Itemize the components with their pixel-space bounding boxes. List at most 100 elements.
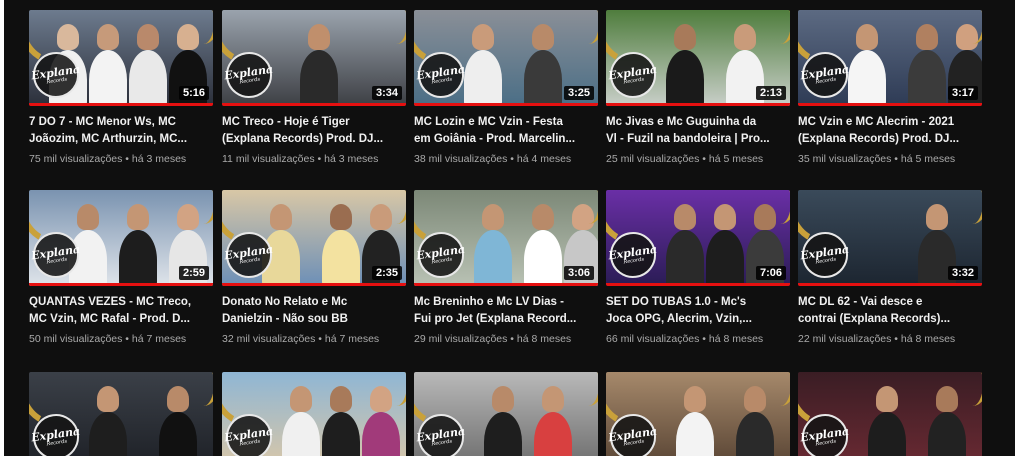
video-grid: Explana Records 5:16 7 DO 7 - MC Menor Ws, … [4, 0, 1015, 456]
watch-progress-bar [414, 283, 598, 286]
duration-badge: 7:06 [755, 266, 786, 280]
video-card[interactable]: Explana Records [606, 372, 790, 456]
upload-age: há 8 meses [900, 333, 956, 345]
duration-badge: 3:06 [563, 266, 594, 280]
video-card[interactable]: Explana Records [414, 372, 598, 456]
logo-subtext: Records [623, 438, 645, 447]
video-card[interactable]: Explana Records 3:32 MC DL 62 - Vai desce e… [798, 190, 982, 345]
upload-age: há 3 meses [131, 153, 187, 165]
video-thumbnail[interactable]: Explana Records [414, 372, 598, 456]
video-title[interactable]: MC Treco - Hoje é Tiger (Explana Records… [222, 114, 406, 148]
video-card[interactable]: Explana Records 2:35 Donato No Relato e Mc … [222, 190, 406, 345]
video-thumbnail[interactable]: Explana Records 3:17 [798, 10, 982, 106]
duration-badge: 3:34 [371, 86, 402, 100]
video-thumbnail[interactable]: Explana Records [29, 372, 213, 456]
upload-age: há 3 meses [324, 153, 379, 165]
video-title[interactable]: QUANTAS VEZES - MC Treco, MC Vzin, MC Ra… [29, 294, 213, 328]
watch-progress-bar [29, 103, 213, 106]
view-count: 35 mil visualizações [798, 153, 892, 165]
video-metadata: 66 mil visualizações • há 8 meses [606, 333, 790, 345]
video-title[interactable]: MC Vzin e MC Alecrim - 2021 (Explana Rec… [798, 114, 982, 148]
video-title[interactable]: Mc Jivas e Mc Guguinha da Vl - Fuzil na … [606, 114, 790, 148]
video-metadata: 38 mil visualizações • há 4 meses [414, 153, 598, 165]
video-title[interactable]: MC Lozin e MC Vzin - Festa em Goiânia - … [414, 114, 598, 148]
video-card[interactable]: Explana Records [29, 372, 213, 456]
duration-badge: 3:17 [947, 86, 978, 100]
upload-age: há 8 meses [516, 333, 572, 345]
logo-subtext: Records [623, 76, 645, 85]
logo-subtext: Records [815, 438, 837, 447]
view-count: 25 mil visualizações [606, 153, 700, 165]
video-card[interactable]: Explana Records 3:17 MC Vzin e MC Alecrim -… [798, 10, 982, 165]
video-card[interactable]: Explana Records 2:13 Mc Jivas e Mc Guguinha… [606, 10, 790, 165]
video-thumbnail[interactable]: Explana Records [798, 372, 982, 456]
video-metadata: 75 mil visualizações • há 3 meses [29, 153, 213, 165]
upload-age: há 7 meses [131, 333, 187, 345]
view-count: 75 mil visualizações [29, 153, 123, 165]
video-title[interactable]: Donato No Relato e Mc Danielzin - Não so… [222, 294, 406, 328]
video-thumbnail[interactable]: Explana Records 7:06 [606, 190, 790, 286]
watch-progress-bar [798, 283, 982, 286]
logo-subtext: Records [239, 76, 261, 85]
video-title[interactable]: 7 DO 7 - MC Menor Ws, MC Joãozim, MC Art… [29, 114, 213, 148]
view-count: 32 mil visualizações [222, 333, 316, 345]
separator-dot: • [699, 333, 709, 345]
video-card[interactable]: Explana Records [798, 372, 982, 456]
video-metadata: 25 mil visualizações • há 5 meses [606, 153, 790, 165]
logo-subtext: Records [239, 256, 261, 265]
video-thumbnail[interactable]: Explana Records 3:34 [222, 10, 406, 106]
duration-badge: 2:13 [755, 86, 786, 100]
video-card[interactable]: Explana Records 3:34 MC Treco - Hoje é Tige… [222, 10, 406, 165]
view-count: 38 mil visualizações [414, 153, 508, 165]
video-metadata: 50 mil visualizações • há 7 meses [29, 333, 213, 345]
separator-dot: • [122, 153, 132, 165]
video-card[interactable]: Explana Records [222, 372, 406, 456]
separator-dot: • [315, 333, 325, 345]
logo-subtext: Records [431, 76, 453, 85]
video-thumbnail[interactable]: Explana Records 2:35 [222, 190, 406, 286]
video-metadata: 22 mil visualizações • há 8 meses [798, 333, 982, 345]
separator-dot: • [507, 153, 517, 165]
logo-subtext: Records [46, 256, 68, 265]
view-count: 29 mil visualizações [414, 333, 508, 345]
video-thumbnail[interactable]: Explana Records 3:25 [414, 10, 598, 106]
watch-progress-bar [606, 283, 790, 286]
video-thumbnail[interactable]: Explana Records 2:59 [29, 190, 213, 286]
video-thumbnail[interactable]: Explana Records 2:13 [606, 10, 790, 106]
video-card[interactable]: Explana Records 2:59 QUANTAS VEZES - MC Tre… [29, 190, 213, 345]
video-card[interactable]: Explana Records 7:06 SET DO TUBAS 1.0 - Mc'… [606, 190, 790, 345]
duration-badge: 3:32 [947, 266, 978, 280]
video-card[interactable]: Explana Records 3:25 MC Lozin e MC Vzin - F… [414, 10, 598, 165]
video-title[interactable]: MC DL 62 - Vai desce e contrai (Explana … [798, 294, 982, 328]
video-metadata: 29 mil visualizações • há 8 meses [414, 333, 598, 345]
upload-age: há 8 meses [708, 333, 764, 345]
video-card[interactable]: Explana Records 3:06 Mc Breninho e Mc LV Di… [414, 190, 598, 345]
video-thumbnail[interactable]: Explana Records [222, 372, 406, 456]
view-count: 22 mil visualizações [798, 333, 892, 345]
view-count: 66 mil visualizações [606, 333, 700, 345]
duration-badge: 2:35 [371, 266, 402, 280]
separator-dot: • [507, 333, 517, 345]
upload-age: há 5 meses [708, 153, 764, 165]
video-thumbnail[interactable]: Explana Records 3:06 [414, 190, 598, 286]
duration-badge: 5:16 [178, 86, 209, 100]
view-count: 50 mil visualizações [29, 333, 123, 345]
separator-dot: • [891, 333, 901, 345]
video-thumbnail[interactable]: Explana Records 3:32 [798, 190, 982, 286]
watch-progress-bar [222, 283, 406, 286]
video-card[interactable]: Explana Records 5:16 7 DO 7 - MC Menor Ws, … [29, 10, 213, 165]
logo-subtext: Records [815, 76, 837, 85]
video-metadata: 11 mil visualizações • há 3 meses [222, 153, 406, 165]
logo-subtext: Records [46, 76, 68, 85]
upload-age: há 5 meses [900, 153, 956, 165]
video-thumbnail[interactable]: Explana Records [606, 372, 790, 456]
duration-badge: 3:25 [563, 86, 594, 100]
watch-progress-bar [29, 283, 213, 286]
logo-subtext: Records [431, 438, 453, 447]
separator-dot: • [122, 333, 132, 345]
video-title[interactable]: Mc Breninho e Mc LV Dias - Fui pro Jet (… [414, 294, 598, 328]
watch-progress-bar [222, 103, 406, 106]
separator-dot: • [314, 153, 325, 165]
video-title[interactable]: SET DO TUBAS 1.0 - Mc's Joca OPG, Alecri… [606, 294, 790, 328]
video-thumbnail[interactable]: Explana Records 5:16 [29, 10, 213, 106]
